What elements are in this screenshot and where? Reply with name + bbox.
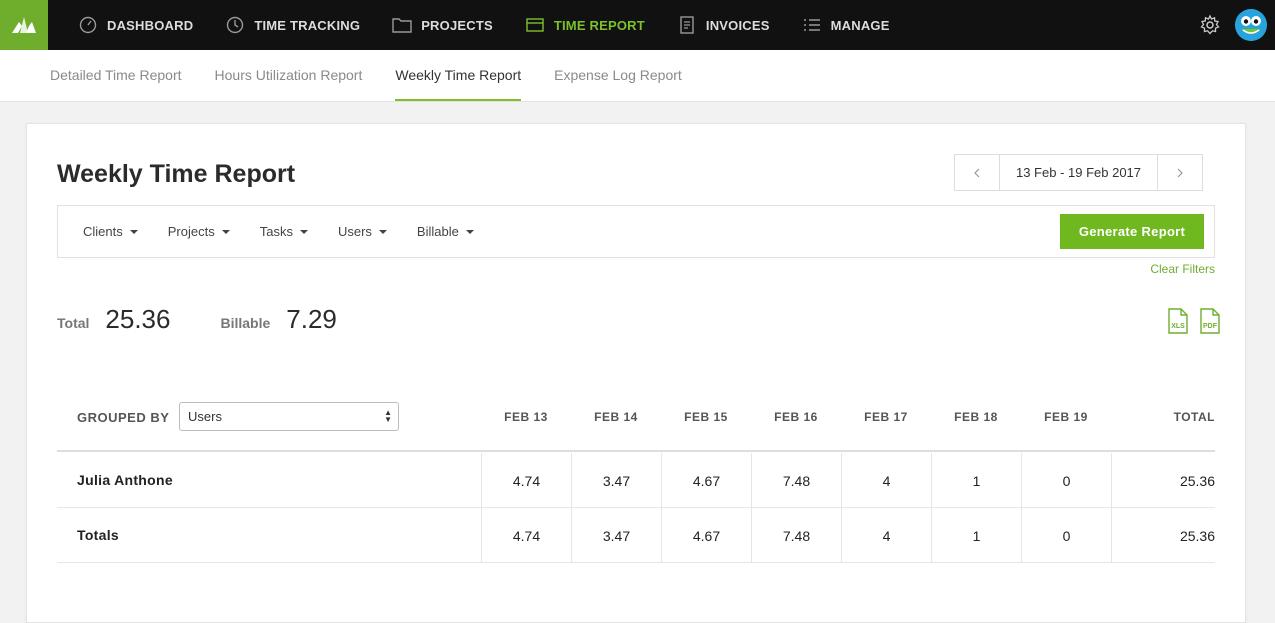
nav-invoices[interactable]: INVOICES: [661, 0, 786, 50]
invoice-icon: [677, 15, 697, 35]
row-total-cell: 25.36: [1111, 453, 1215, 508]
grouped-by-select[interactable]: Users ▲ ▼: [179, 402, 399, 431]
clear-filters-link[interactable]: Clear Filters: [1150, 262, 1215, 276]
table-cell: 0: [1021, 453, 1111, 508]
report-summary: Total 25.36 Billable 7.29: [57, 304, 387, 335]
table-cell: 3.47: [571, 508, 661, 563]
date-range-label[interactable]: 13 Feb - 19 Feb 2017: [1000, 155, 1157, 190]
billable-label: Billable: [220, 315, 271, 331]
nav-time-report[interactable]: TIME REPORT: [509, 0, 661, 50]
caret-down-icon: [378, 229, 387, 234]
filter-clients-label: Clients: [83, 224, 123, 239]
chevron-left-icon: [974, 168, 980, 177]
filter-billable[interactable]: Billable: [417, 224, 474, 239]
nav-invoices-label: INVOICES: [705, 17, 770, 33]
column-header-feb-19: FEB 19: [1044, 410, 1088, 424]
app-logo[interactable]: [0, 0, 48, 50]
table-cell: 4: [841, 508, 931, 563]
filter-projects-label: Projects: [167, 224, 215, 239]
table-row-totals: Totals 4.74 3.47 4.67 7.48 4 1 0 25.36: [57, 508, 1215, 563]
caret-down-icon: [465, 229, 474, 234]
tab-hours-utilization-report[interactable]: Hours Utilization Report: [215, 50, 363, 101]
table-cell: 4.74: [481, 453, 571, 508]
caret-down-icon: [129, 229, 138, 234]
report-icon: [525, 15, 545, 35]
grouped-by-value: Users: [188, 409, 222, 424]
next-week-button[interactable]: [1157, 155, 1202, 190]
report-card: Weekly Time Report 13 Feb - 19 Feb 2017 …: [26, 123, 1246, 623]
grouped-by-label: GROUPED BY: [77, 410, 170, 425]
avatar-face-icon: [1235, 9, 1267, 41]
nav-time-tracking-label: TIME TRACKING: [254, 17, 361, 33]
column-header-total: TOTAL: [1173, 410, 1215, 424]
table-header: GROUPED BY Users ▲ ▼ FEB 13 FEB 14 FEB 15…: [57, 400, 1215, 452]
table-cell: 4.67: [661, 453, 751, 508]
table-cell: 1: [931, 453, 1021, 508]
export-xls-icon[interactable]: XLS: [1167, 308, 1189, 334]
row-totals-label: Totals: [77, 527, 119, 543]
table-cell: 4.74: [481, 508, 571, 563]
folder-icon: [392, 15, 412, 35]
tab-expense-log-report[interactable]: Expense Log Report: [554, 50, 682, 101]
filter-clients[interactable]: Clients: [83, 224, 138, 239]
row-total-cell: 25.36: [1111, 508, 1215, 563]
nav-manage[interactable]: MANAGE: [786, 0, 906, 50]
nav-projects[interactable]: PROJECTS: [376, 0, 509, 50]
export-xls-label: XLS: [1171, 323, 1185, 330]
nav-manage-label: MANAGE: [830, 17, 890, 33]
clock-icon: [225, 15, 245, 35]
billable-value: 7.29: [286, 304, 337, 334]
export-pdf-label: PDF: [1203, 323, 1218, 330]
filter-tasks[interactable]: Tasks: [260, 224, 308, 239]
nav-dashboard[interactable]: DASHBOARD: [62, 0, 209, 50]
table-cell: 4: [841, 453, 931, 508]
column-header-feb-13: FEB 13: [504, 410, 548, 424]
filter-users-label: Users: [337, 224, 372, 239]
generate-report-button[interactable]: Generate Report: [1060, 214, 1204, 249]
table-cell: 1: [931, 508, 1021, 563]
gear-icon[interactable]: [1199, 14, 1221, 36]
table-cell: 7.48: [751, 453, 841, 508]
caret-down-icon: [299, 229, 308, 234]
export-pdf-icon[interactable]: PDF: [1199, 308, 1221, 334]
column-header-feb-14: FEB 14: [594, 410, 638, 424]
caret-down-icon: [221, 229, 230, 234]
filter-bar: Clients Projects Tasks Users Billable Ge…: [57, 205, 1215, 258]
table-cell: 0: [1021, 508, 1111, 563]
total-value: 25.36: [105, 304, 171, 334]
total-label: Total: [57, 315, 90, 331]
table-cell: 7.48: [751, 508, 841, 563]
row-user-name: Julia Anthone: [77, 472, 173, 488]
date-range-picker: 13 Feb - 19 Feb 2017: [954, 154, 1203, 191]
dashboard-icon: [78, 15, 98, 35]
filter-tasks-label: Tasks: [259, 224, 293, 239]
report-subnav: Detailed Time Report Hours Utilization R…: [0, 50, 1275, 102]
table-row: Julia Anthone 4.74 3.47 4.67 7.48 4 1 0 …: [57, 453, 1215, 508]
page-title: Weekly Time Report: [57, 160, 296, 188]
column-header-feb-18: FEB 18: [954, 410, 998, 424]
filter-billable-label: Billable: [416, 224, 459, 239]
chevron-right-icon: [1177, 168, 1183, 177]
nav-projects-label: PROJECTS: [421, 17, 493, 33]
nav-time-tracking[interactable]: TIME TRACKING: [209, 0, 376, 50]
select-arrows-icon: ▲ ▼: [384, 408, 392, 424]
filter-projects[interactable]: Projects: [168, 224, 230, 239]
logo-icon: [12, 17, 36, 33]
nav-time-report-label: TIME REPORT: [553, 17, 645, 33]
column-header-feb-15: FEB 15: [684, 410, 728, 424]
table-cell: 4.67: [661, 508, 751, 563]
filter-users[interactable]: Users: [338, 224, 387, 239]
avatar[interactable]: [1235, 9, 1267, 41]
tab-detailed-time-report[interactable]: Detailed Time Report: [50, 50, 182, 101]
column-header-feb-16: FEB 16: [774, 410, 818, 424]
list-icon: [802, 15, 822, 35]
top-navbar: DASHBOARD TIME TRACKING PROJECTS TIME RE…: [0, 0, 1275, 50]
previous-week-button[interactable]: [955, 155, 1000, 190]
column-header-feb-17: FEB 17: [864, 410, 908, 424]
nav-dashboard-label: DASHBOARD: [107, 17, 194, 33]
tab-weekly-time-report[interactable]: Weekly Time Report: [395, 50, 522, 101]
table-cell: 3.47: [571, 453, 661, 508]
